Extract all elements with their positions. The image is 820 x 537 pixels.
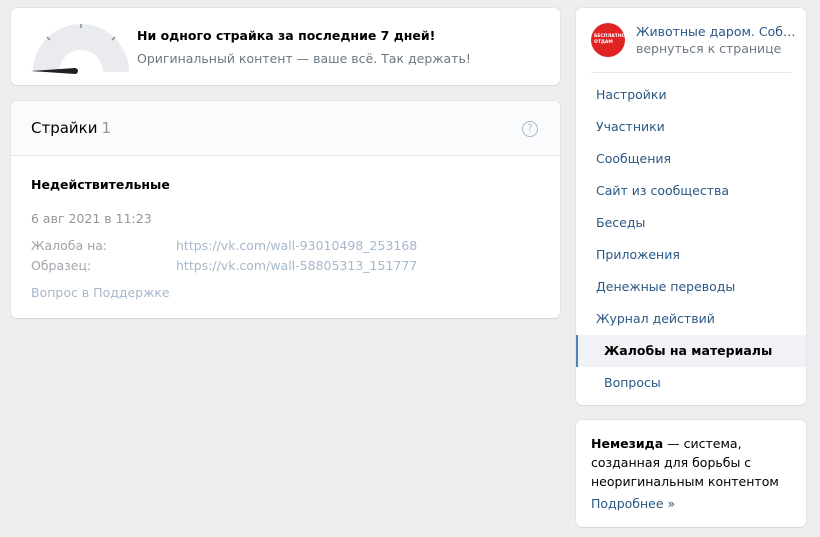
strike-status-label: Недействительные [31,177,170,192]
strikes-title-text: Страйки [31,119,98,137]
strike-status-banner: Ни одного страйка за последние 7 дней! О… [11,8,560,85]
nemesis-description: Немезида — система, созданная для борьбы… [591,434,796,491]
complaint-label: Жалоба на: [31,238,108,253]
menu-divider [591,72,791,73]
avatar-text-line2: ОТДАМ [594,40,613,45]
menu-item-apps[interactable]: Приложения [576,239,806,271]
banner-subtitle: Оригинальный контент — ваше всё. Так дер… [137,51,471,66]
menu-item-chats[interactable]: Беседы [576,207,806,239]
nemesis-info-card: Немезида — система, созданная для борьбы… [576,420,806,527]
menu-item-content-complaints[interactable]: Жалобы на материалы [576,335,806,367]
community-menu: БЕСПЛАТНО ОТДАМ Животные даром. Собаки..… [576,8,806,405]
strikes-title: Страйки 1 [31,119,111,137]
group-avatar[interactable]: БЕСПЛАТНО ОТДАМ [591,23,625,57]
menu-item-messages[interactable]: Сообщения [576,143,806,175]
strike-date: 6 авг 2021 в 11:23 [31,211,152,226]
menu-item-community-site[interactable]: Сайт из сообщества [576,175,806,207]
menu-item-action-log[interactable]: Журнал действий [576,303,806,335]
learn-more-link[interactable]: Подробнее » [591,496,675,511]
strike-gauge-icon [31,24,129,74]
menu-item-questions[interactable]: Вопросы [576,367,806,399]
support-question-link[interactable]: Вопрос в Поддержке [31,285,170,300]
menu-item-settings[interactable]: Настройки [576,79,806,111]
sample-label: Образец: [31,258,92,273]
group-header[interactable]: БЕСПЛАТНО ОТДАМ Животные даром. Собаки..… [576,8,806,72]
complaint-link[interactable]: https://vk.com/wall-93010498_253168 [176,238,417,253]
nemesis-name: Немезида [591,436,664,451]
menu-item-members[interactable]: Участники [576,111,806,143]
sample-link[interactable]: https://vk.com/wall-58805313_151777 [176,258,417,273]
menu-list: Настройки Участники Сообщения Сайт из со… [576,79,806,399]
strikes-header: Страйки 1 ? [11,101,560,156]
strikes-count: 1 [101,119,112,137]
menu-item-money-transfers[interactable]: Денежные переводы [576,271,806,303]
back-to-page-link[interactable]: вернуться к странице [636,41,781,56]
help-icon[interactable]: ? [522,121,538,137]
group-name-link[interactable]: Животные даром. Собаки... [636,24,796,39]
strikes-panel: Страйки 1 ? Недействительные 6 авг 2021 в… [11,101,560,318]
banner-title: Ни одного страйка за последние 7 дней! [137,28,436,43]
